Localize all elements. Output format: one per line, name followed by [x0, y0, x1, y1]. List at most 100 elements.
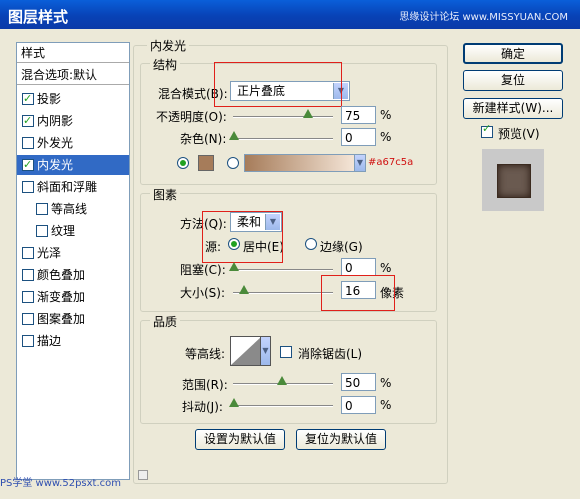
reset-button[interactable]: 复位: [463, 70, 563, 91]
opacity-slider-thumb[interactable]: [303, 109, 313, 118]
gradient-dropdown-icon[interactable]: ▼: [354, 154, 366, 172]
quality-title: 品质: [150, 313, 181, 330]
noise-input[interactable]: 0: [341, 128, 376, 146]
style-item-satin[interactable]: 光泽: [17, 243, 129, 263]
choke-slider-thumb[interactable]: [229, 262, 239, 271]
texture-label: 纹理: [51, 224, 76, 238]
jitter-label: 抖动(J):: [182, 400, 223, 414]
style-item-stroke[interactable]: 描边: [17, 331, 129, 351]
style-item-outer-glow[interactable]: 外发光: [17, 133, 129, 153]
structure-title: 结构: [150, 56, 181, 73]
opacity-slider-track[interactable]: [233, 116, 333, 118]
highlight-blend-mode: [214, 62, 342, 107]
color-overlay-label: 颜色叠加: [37, 268, 86, 282]
contour-label: 等高线:: [185, 347, 226, 361]
choke-input[interactable]: 0: [341, 258, 376, 276]
gradient-overlay-checkbox[interactable]: [22, 290, 34, 303]
opacity-input[interactable]: 75: [341, 106, 376, 124]
choke-slider-track[interactable]: [233, 269, 333, 271]
range-label: 范围(R):: [182, 378, 228, 392]
style-item-contour[interactable]: 等高线: [17, 199, 129, 219]
styles-list: 样式 混合选项:默认 投影 内阴影 外发光 内发光 斜面和浮雕 等高线 纹理 光…: [16, 42, 130, 480]
make-default-button[interactable]: 设置为默认值: [195, 429, 285, 450]
size-slider-thumb[interactable]: [239, 285, 249, 294]
color-overlay-checkbox[interactable]: [22, 268, 34, 281]
range-percent: %: [380, 376, 392, 390]
highlight-size: [321, 275, 395, 311]
bevel-label: 斜面和浮雕: [37, 180, 98, 194]
noise-percent: %: [380, 130, 392, 144]
preview-label[interactable]: 预览(V): [498, 125, 540, 142]
gradient-overlay-label: 渐变叠加: [37, 290, 86, 304]
drop-shadow-label: 投影: [37, 92, 62, 106]
range-input[interactable]: 50: [341, 373, 376, 391]
texture-checkbox[interactable]: [36, 224, 48, 237]
style-item-inner-glow[interactable]: 内发光: [17, 155, 129, 175]
jitter-slider-track[interactable]: [233, 405, 333, 407]
ok-button[interactable]: 确定: [463, 43, 563, 64]
style-item-texture[interactable]: 纹理: [17, 221, 129, 241]
window-title: 图层样式: [8, 8, 69, 26]
pattern-overlay-checkbox[interactable]: [22, 312, 34, 325]
pattern-overlay-label: 图案叠加: [37, 312, 86, 326]
styles-header[interactable]: 样式: [17, 43, 129, 63]
contour-picker[interactable]: [230, 336, 262, 366]
inner-glow-title: 内发光: [147, 37, 190, 54]
highlight-method-source: [202, 211, 283, 263]
preview-checkbox[interactable]: [481, 122, 493, 138]
inner-shadow-checkbox[interactable]: [22, 111, 34, 131]
range-slider-thumb[interactable]: [277, 376, 287, 385]
style-item-gradient-overlay[interactable]: 渐变叠加: [17, 287, 129, 307]
watermark-text: 思缘设计论坛 www.MISSYUAN.COM: [399, 12, 568, 23]
inner-glow-label: 内发光: [37, 158, 74, 172]
source-edge-label[interactable]: 边缘(G): [320, 238, 363, 255]
antialias-label[interactable]: 消除锯齿(L): [298, 345, 362, 362]
noise-label: 杂色(N):: [180, 132, 227, 146]
style-item-pattern-overlay[interactable]: 图案叠加: [17, 309, 129, 329]
stroke-checkbox[interactable]: [22, 334, 34, 347]
noise-slider-track[interactable]: [233, 138, 333, 140]
style-preview-thumbnail: [482, 149, 544, 211]
antialias-checkbox[interactable]: [280, 346, 292, 358]
style-item-drop-shadow[interactable]: 投影: [17, 89, 129, 109]
glow-color-swatch[interactable]: [198, 155, 214, 171]
jitter-slider-thumb[interactable]: [229, 398, 239, 407]
choke-percent: %: [380, 261, 392, 275]
satin-label: 光泽: [37, 246, 62, 260]
choke-label: 阻塞(C):: [180, 263, 226, 277]
opacity-label: 不透明度(O):: [156, 110, 227, 124]
style-item-color-overlay[interactable]: 颜色叠加: [17, 265, 129, 285]
glow-gradient-picker[interactable]: [244, 154, 356, 172]
satin-checkbox[interactable]: [22, 246, 34, 259]
new-style-button[interactable]: 新建样式(W)...: [463, 98, 563, 119]
outer-glow-label: 外发光: [37, 136, 74, 150]
inner-glow-checkbox[interactable]: [22, 155, 34, 175]
drop-shadow-checkbox[interactable]: [22, 89, 34, 109]
style-item-inner-shadow[interactable]: 内阴影: [17, 111, 129, 131]
color-hex-note: #a67c5a: [368, 157, 414, 168]
stroke-label: 描边: [37, 334, 62, 348]
noise-slider-thumb[interactable]: [229, 131, 239, 140]
jitter-percent: %: [380, 398, 392, 412]
preview-swatch: [497, 164, 531, 198]
blend-options-item[interactable]: 混合选项:默认: [17, 65, 129, 85]
color-radio[interactable]: [177, 157, 189, 169]
contour-dropdown-icon[interactable]: ▼: [260, 336, 271, 366]
elements-title: 图素: [150, 186, 181, 203]
source-edge-radio[interactable]: [305, 238, 317, 250]
footer-watermark: PS学堂 www.52psxt.com: [0, 478, 122, 489]
outer-glow-checkbox[interactable]: [22, 136, 34, 149]
contour-label: 等高线: [51, 202, 88, 216]
bevel-checkbox[interactable]: [22, 180, 34, 193]
opacity-percent: %: [380, 108, 392, 122]
contour-curve-icon: [231, 337, 261, 365]
title-bar: 图层样式 思缘设计论坛 www.MISSYUAN.COM: [0, 0, 580, 29]
size-label: 大小(S):: [180, 286, 226, 300]
resize-grip-icon: [138, 470, 148, 480]
style-item-bevel[interactable]: 斜面和浮雕: [17, 177, 129, 197]
inner-shadow-label: 内阴影: [37, 114, 74, 128]
jitter-input[interactable]: 0: [341, 396, 376, 414]
reset-default-button[interactable]: 复位为默认值: [296, 429, 386, 450]
contour-checkbox[interactable]: [36, 202, 48, 215]
gradient-radio[interactable]: [227, 157, 239, 169]
